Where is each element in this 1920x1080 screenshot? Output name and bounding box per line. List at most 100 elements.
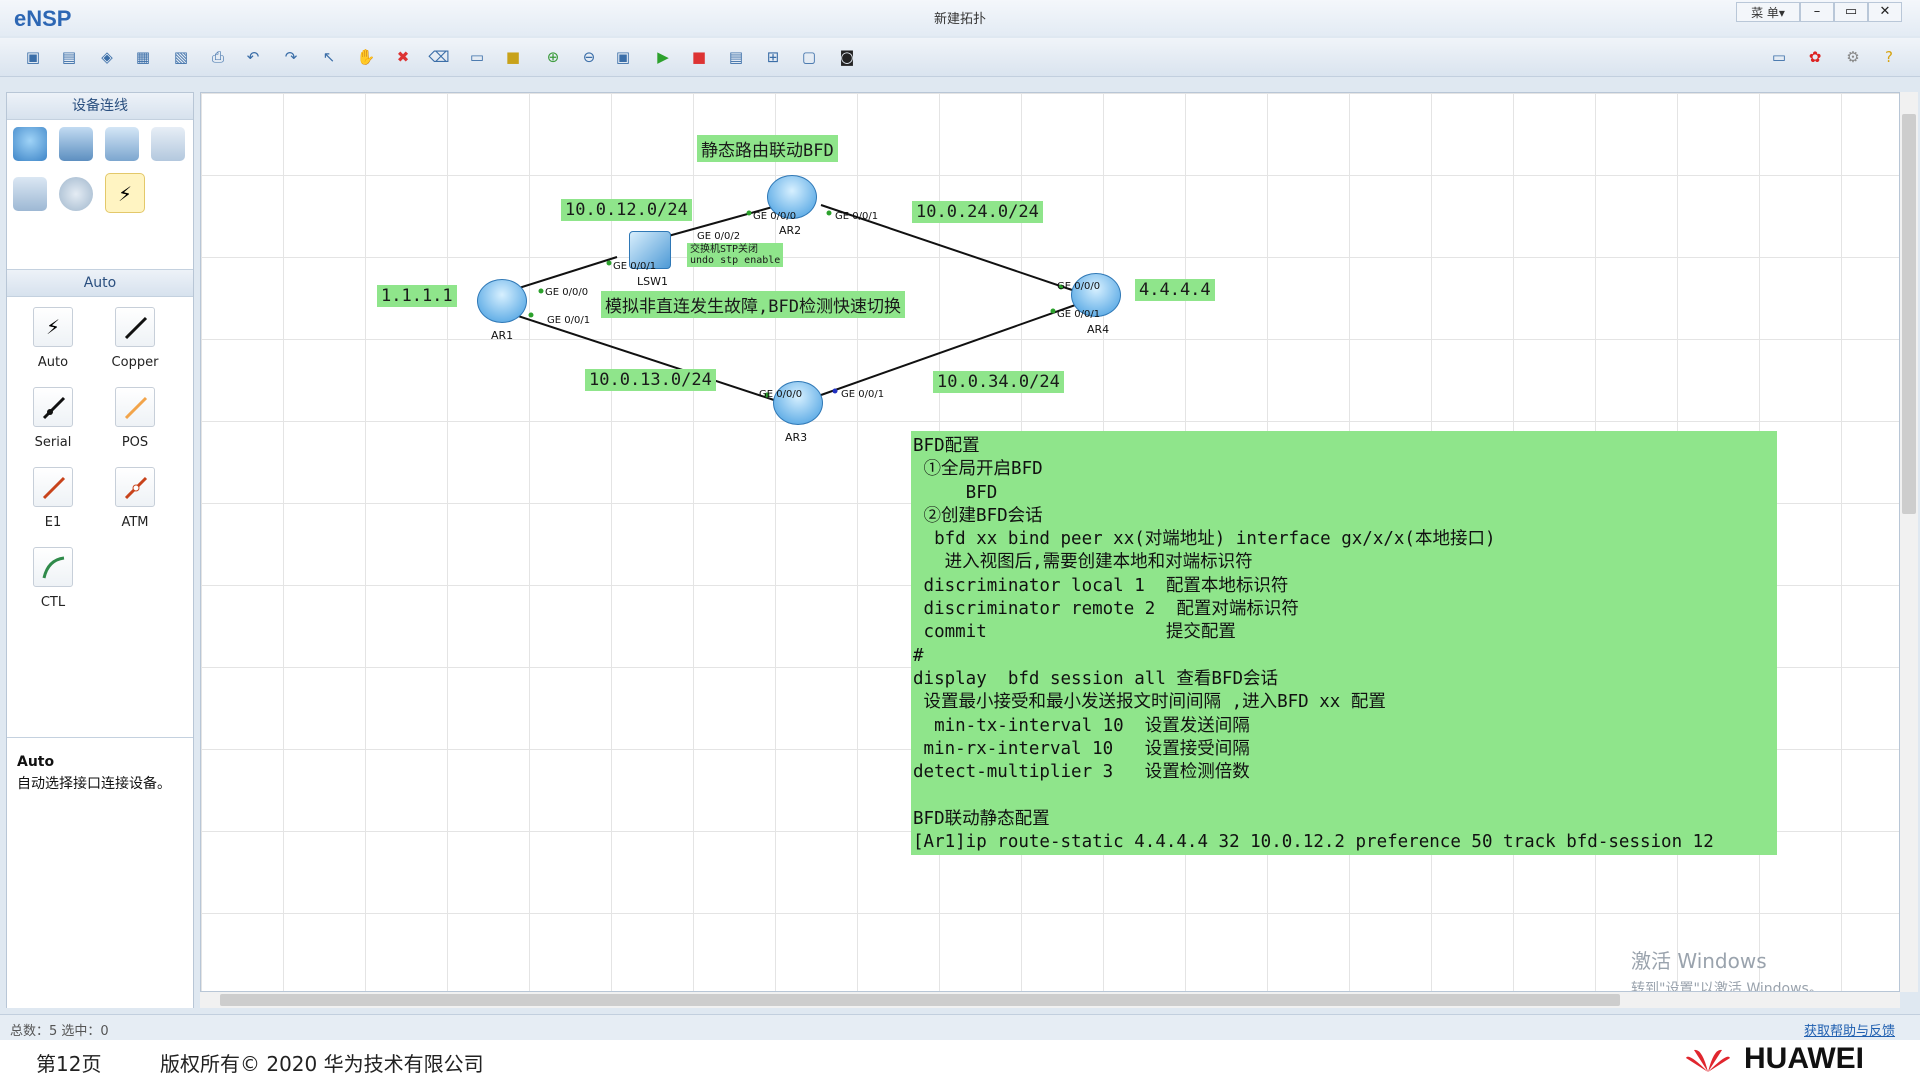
vertical-scroll-thumb[interactable] <box>1902 114 1916 514</box>
port-label: GE 0/0/0 <box>759 389 803 400</box>
topology-canvas[interactable]: AR1 AR2 AR3 AR4 LSW1 GE 0/0/0 GE 0/0/1 G… <box>200 92 1900 992</box>
router-ar3-icon[interactable] <box>773 381 823 425</box>
wireless-icon[interactable] <box>105 127 139 161</box>
cloud-icon[interactable] <box>59 177 93 211</box>
gear-icon[interactable]: ⚙ <box>1842 46 1864 68</box>
description-panel: Auto 自动选择接口连接设备。 <box>7 737 193 1008</box>
firewall-icon[interactable] <box>151 127 185 161</box>
device-name-lsw1: LSW1 <box>637 275 668 288</box>
rectangle-icon[interactable]: ■ <box>502 46 524 68</box>
restore-button[interactable]: ▭ <box>1834 2 1868 22</box>
select-icon[interactable]: ↖ <box>318 46 340 68</box>
start-icon[interactable]: ▶ <box>652 46 674 68</box>
pc-icon[interactable] <box>13 177 47 211</box>
connection-label: Serial <box>34 435 72 450</box>
atm-connection-icon[interactable] <box>115 467 155 507</box>
huawei-icon[interactable]: ✿ <box>1804 46 1826 68</box>
config-line: discriminator local 1 配置本地标识符 <box>913 575 1289 596</box>
config-line: ①全局开启BFD <box>913 459 1043 480</box>
port-label: GE 0/0/0 <box>1057 281 1101 292</box>
config-line: [Ar1]ip route-static 4.4.4.4 32 10.0.12.… <box>913 832 1714 853</box>
topology-title: 静态路由联动BFD <box>697 135 838 162</box>
description-title: Auto <box>17 754 55 770</box>
slide-footer: 第12页 版权所有© 2020 华为技术有限公司 HUAWEI <box>0 1040 1920 1080</box>
new-topology-icon[interactable]: ▣ <box>22 46 44 68</box>
connection-label: POS <box>121 435 149 450</box>
help-feedback-link[interactable]: 获取帮助与反馈 <box>1804 1020 1895 1039</box>
print-icon[interactable]: ⎙ <box>207 46 229 68</box>
panel-icon[interactable]: ▢ <box>798 46 820 68</box>
config-line: 设置最小接受和最小发送报文时间间隔 ,进入BFD xx 配置 <box>913 692 1386 713</box>
huawei-logo-icon <box>1680 1046 1736 1074</box>
open-icon[interactable]: ◈ <box>96 46 118 68</box>
connection-icon[interactable]: ⚡ <box>105 173 145 213</box>
save-icon[interactable]: ▦ <box>132 46 154 68</box>
new-lab-icon[interactable]: ▤ <box>58 46 80 68</box>
switch-note-line: 交换机STP关闭 <box>690 244 759 255</box>
text-icon[interactable]: ▭ <box>466 46 488 68</box>
capture-icon[interactable]: ▤ <box>725 46 747 68</box>
switch-note-line: undo stp enable <box>690 255 781 266</box>
port-label: GE 0/0/1 <box>547 315 591 326</box>
toolbar: ▣ ▤ ◈ ▦ ▧ ⎙ ↶ ↷ ↖ ✋ ✖ ⌫ ▭ ■ ⊕ ⊖ ▣ ▶ ■ ▤ … <box>0 38 1920 77</box>
serial-connection-icon[interactable] <box>33 387 73 427</box>
network-label: 10.0.34.0/24 <box>933 371 1064 393</box>
port-label: GE 0/0/1 <box>835 211 879 222</box>
connection-label: Auto <box>37 355 69 370</box>
stop-icon[interactable]: ■ <box>688 46 710 68</box>
switch-note: 交换机STP关闭 undo stp enable <box>687 243 784 267</box>
auto-connection-icon[interactable]: ⚡ <box>33 307 73 347</box>
horizontal-scrollbar[interactable] <box>200 992 1900 1008</box>
fit-icon[interactable]: ▣ <box>612 46 634 68</box>
help-icon[interactable]: ? <box>1878 46 1900 68</box>
devices-header: 设备连线 <box>7 93 193 120</box>
port-label: GE 0/0/0 <box>753 211 797 222</box>
pos-connection-icon[interactable] <box>115 387 155 427</box>
connection-label: ATM <box>121 515 149 530</box>
e1-connection-icon[interactable] <box>33 467 73 507</box>
router-ar1-icon[interactable] <box>477 279 527 323</box>
horizontal-scroll-thumb[interactable] <box>220 994 1620 1006</box>
device-name-ar3: AR3 <box>785 431 808 444</box>
close-button[interactable]: ✕ <box>1868 2 1902 22</box>
delete-link-icon[interactable]: ⌫ <box>428 46 450 68</box>
screenshot-icon[interactable]: ◙ <box>836 46 858 68</box>
huawei-brand: HUAWEI <box>1744 1042 1864 1075</box>
auto-header: Auto <box>7 269 193 297</box>
network-label: 10.0.24.0/24 <box>912 201 1043 223</box>
port-label: GE 0/0/1 <box>613 261 657 272</box>
ctl-connection-icon[interactable] <box>33 547 73 587</box>
save-as-icon[interactable]: ▧ <box>170 46 192 68</box>
undo-icon[interactable]: ↶ <box>242 46 264 68</box>
menu-button[interactable]: 菜 单▾ <box>1736 2 1800 22</box>
switch-icon[interactable] <box>59 127 93 161</box>
config-line <box>913 784 1775 807</box>
zoom-out-icon[interactable]: ⊖ <box>578 46 600 68</box>
network-label: 10.0.13.0/24 <box>585 369 716 391</box>
copper-connection-icon[interactable] <box>115 307 155 347</box>
router-icon[interactable] <box>13 127 47 161</box>
device-name-ar4: AR4 <box>1087 323 1110 336</box>
hand-icon[interactable]: ✋ <box>355 46 377 68</box>
redo-icon[interactable]: ↷ <box>280 46 302 68</box>
activation-watermark: 激活 Windows 转到"设置"以激活 Windows。 <box>1631 945 1823 991</box>
connection-label: CTL <box>40 595 66 610</box>
config-line: BFD <box>913 482 998 503</box>
address-label: 1.1.1.1 <box>377 285 457 307</box>
network-label: 10.0.12.0/24 <box>561 199 692 221</box>
device-name-ar1: AR1 <box>491 329 514 342</box>
message-icon[interactable]: ▭ <box>1768 46 1790 68</box>
config-line: commit 提交配置 <box>913 622 1236 643</box>
config-line: min-tx-interval 10 设置发送间隔 <box>913 715 1250 736</box>
minimize-button[interactable]: – <box>1800 2 1834 22</box>
config-line: min-rx-interval 10 设置接受间隔 <box>913 738 1250 759</box>
ensp-window: eNSP 新建拓扑 菜 单▾ – ▭ ✕ ▣ ▤ ◈ ▦ ▧ ⎙ ↶ ↷ ↖ ✋… <box>0 0 1920 1041</box>
delete-icon[interactable]: ✖ <box>392 46 414 68</box>
zoom-in-icon[interactable]: ⊕ <box>542 46 564 68</box>
config-line: discriminator remote 2 配置对端标识符 <box>913 599 1299 620</box>
topology-icon[interactable]: ⊞ <box>762 46 784 68</box>
config-line: bfd xx bind peer xx(对端地址) interface gx/x… <box>913 529 1496 550</box>
device-name-ar2: AR2 <box>779 224 802 237</box>
title-bar: eNSP 新建拓扑 菜 单▾ – ▭ ✕ <box>0 0 1920 36</box>
vertical-scrollbar[interactable] <box>1900 92 1918 992</box>
